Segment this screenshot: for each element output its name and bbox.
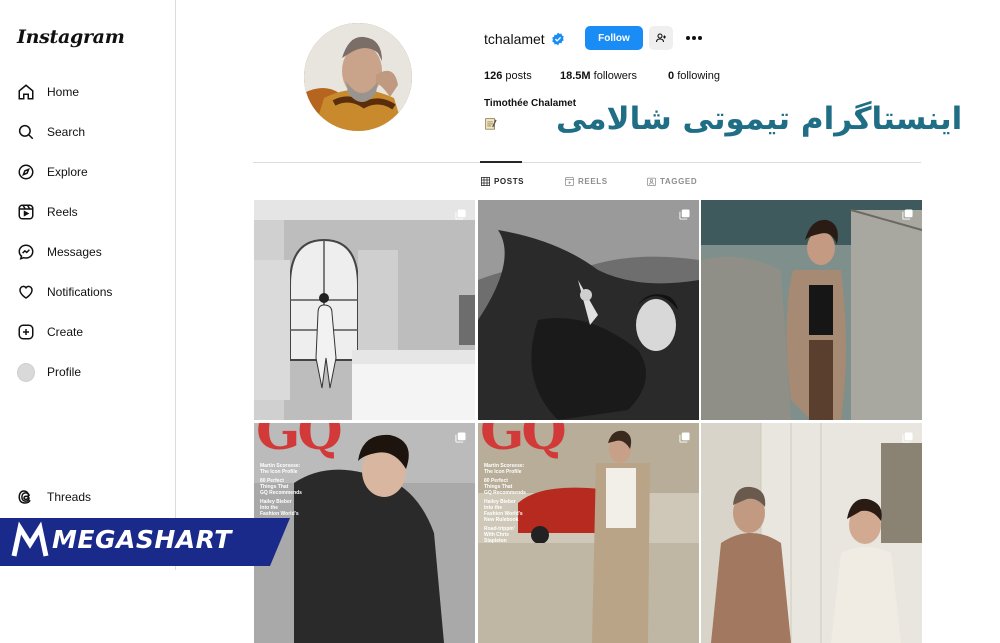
cover-text: Martin Scorsese: The Icon Profile 80 Per… [260, 463, 302, 517]
reels-icon [17, 203, 35, 221]
plus-square-icon [17, 323, 35, 341]
gq-logo: GQ [256, 423, 343, 462]
home-icon [17, 83, 35, 101]
tab-posts[interactable]: POSTS [481, 177, 524, 186]
instagram-logo[interactable]: Instagram [17, 26, 125, 48]
multiple-posts-icon [902, 432, 913, 443]
profile-divider [253, 162, 921, 163]
sidebar-item-notifications[interactable]: Notifications [17, 280, 112, 304]
cover-text: Martin Scorsese: The Icon Profile 80 Per… [484, 463, 526, 544]
reels-icon [565, 177, 574, 186]
follow-button[interactable]: Follow [585, 26, 643, 50]
sidebar-item-messages[interactable]: Messages [17, 240, 102, 264]
search-icon [17, 123, 35, 141]
sidebar-item-threads[interactable]: Threads [17, 485, 91, 509]
profile-username: tchalamet [484, 31, 545, 47]
sidebar-item-explore[interactable]: Explore [17, 160, 88, 184]
sidebar-item-label: Explore [47, 165, 88, 179]
post-image [254, 200, 475, 420]
sidebar-item-profile[interactable]: Profile [17, 360, 81, 384]
sidebar-item-label: Reels [47, 205, 78, 219]
following-count[interactable]: 0 following [668, 70, 720, 82]
multiple-posts-icon [455, 209, 466, 220]
tab-reels[interactable]: REELS [565, 177, 608, 186]
sidebar-item-label: Home [47, 85, 80, 99]
tab-tagged[interactable]: TAGGED [647, 177, 697, 186]
sidebar-item-label: Profile [47, 365, 82, 379]
post-tile[interactable] [701, 200, 922, 420]
overlay-persian-title: اینستاگرام تیموتی شالامی [556, 101, 963, 137]
avatar [17, 362, 35, 382]
active-tab-indicator [480, 161, 522, 163]
profile-picture[interactable] [304, 23, 412, 131]
suggested-accounts-button[interactable] [649, 26, 673, 50]
sidebar-item-create[interactable]: Create [17, 320, 83, 344]
post-image [701, 423, 922, 643]
heart-icon [17, 283, 35, 301]
multiple-posts-icon [679, 432, 690, 443]
sidebar-item-label: Search [47, 125, 86, 139]
post-tile[interactable]: GQ Martin Scorsese: The Icon Profile 80 … [478, 423, 699, 643]
compass-icon [17, 163, 35, 181]
more-options-button[interactable] [684, 28, 704, 48]
more-dots-icon [686, 36, 702, 40]
post-tile[interactable] [701, 423, 922, 643]
sidebar-item-label: Messages [47, 245, 102, 259]
post-tile[interactable] [478, 200, 699, 420]
sidebar-item-search[interactable]: Search [17, 120, 85, 144]
tagged-icon [647, 177, 656, 186]
add-person-icon [655, 33, 666, 43]
sidebar: Instagram Home Search Explore Reels Mess… [0, 0, 176, 570]
post-image [478, 200, 699, 420]
verified-badge-icon [552, 32, 564, 46]
followers-count[interactable]: 18.5M followers [560, 70, 637, 82]
sidebar-item-label: Notifications [47, 285, 113, 299]
multiple-posts-icon [455, 432, 466, 443]
sidebar-item-label: Threads [47, 490, 92, 504]
multiple-posts-icon [679, 209, 690, 220]
memo-emoji-icon [485, 118, 497, 130]
sidebar-item-reels[interactable]: Reels [17, 200, 78, 224]
threads-icon [17, 488, 35, 506]
grid-icon [481, 177, 490, 186]
gq-logo: GQ [480, 423, 567, 462]
posts-count: 126 posts [484, 70, 532, 82]
post-image [701, 200, 922, 420]
post-tile[interactable] [254, 200, 475, 420]
sidebar-item-label: Create [47, 325, 84, 339]
sidebar-item-home[interactable]: Home [17, 80, 79, 104]
messenger-icon [17, 243, 35, 261]
multiple-posts-icon [902, 209, 913, 220]
watermark-text: MEGASHART [52, 525, 232, 554]
profile-photo-image [304, 23, 412, 131]
